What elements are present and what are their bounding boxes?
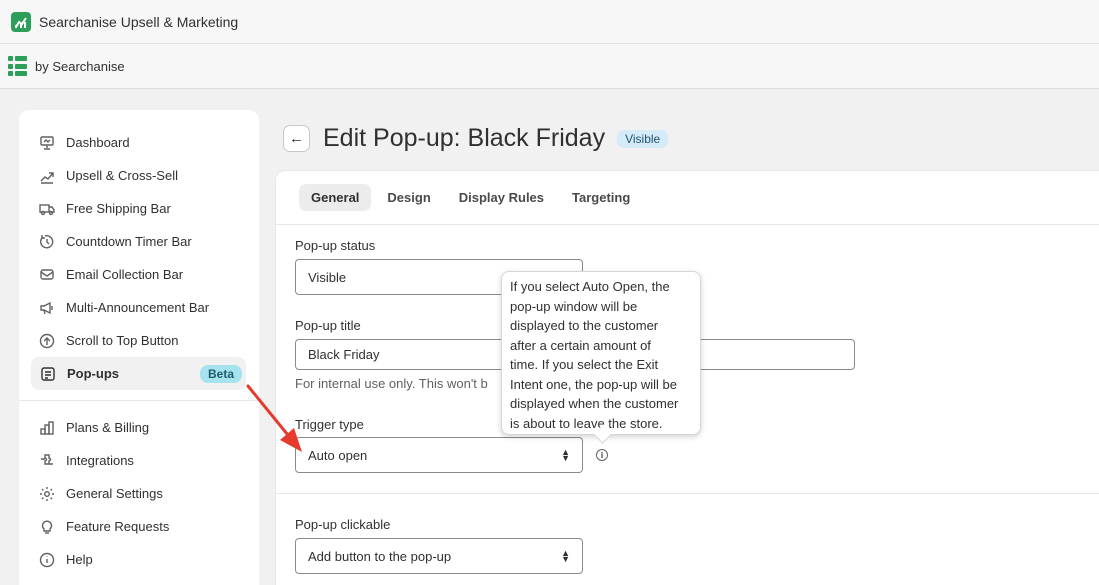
searchanise-logo-icon [8, 56, 27, 76]
beta-badge: Beta [199, 364, 242, 383]
sidebar-item-label: Plans & Billing [66, 420, 150, 435]
sidebar-item-general-settings[interactable]: General Settings [19, 477, 259, 510]
tab-general[interactable]: General [299, 184, 372, 211]
sidebar-item-feature-requests[interactable]: Feature Requests [19, 510, 259, 543]
tab-design[interactable]: Design [375, 184, 442, 211]
sidebar-item-label: Integrations [66, 453, 134, 468]
trigger-type-value: Auto open [308, 447, 368, 463]
app-logo-icon [11, 11, 31, 32]
popup-title-label: Pop-up title [295, 318, 361, 333]
page-header: ← Edit Pop-up: Black Friday Visible [283, 124, 669, 153]
gear-icon [38, 485, 56, 503]
arrow-up-circle-icon [38, 332, 56, 350]
sidebar-item-upsell[interactable]: Upsell & Cross-Sell [19, 159, 259, 192]
section-divider [276, 493, 1099, 494]
select-chevron-icon: ▲ ▼ [561, 447, 570, 463]
upsell-chart-icon [38, 167, 56, 185]
tab-divider [276, 224, 1099, 225]
tooltip-line: is about to leave the store. [510, 415, 663, 431]
tooltip-line: If you select Auto Open, the [510, 279, 670, 294]
trigger-type-select[interactable]: Auto open ▲ ▼ [295, 437, 583, 473]
email-icon [38, 266, 56, 284]
sidebar-item-label: Help [66, 552, 93, 567]
tab-bar: General Design Display Rules Targeting [299, 184, 642, 211]
tooltip-line: displayed when the customer [510, 396, 679, 411]
sidebar-item-scroll-to-top[interactable]: Scroll to Top Button [19, 324, 259, 357]
back-button[interactable]: ← [283, 125, 310, 152]
popup-clickable-label: Pop-up clickable [295, 517, 391, 532]
sidebar-item-label: Multi-Announcement Bar [66, 300, 210, 315]
sidebar-item-label: General Settings [66, 486, 163, 501]
popup-status-value: Visible [308, 269, 347, 285]
timer-icon [38, 233, 56, 251]
sidebar-nav: Dashboard Upsell & Cross-Sell Free Shipp… [19, 110, 259, 585]
sidebar-item-help[interactable]: Help [19, 543, 259, 576]
sidebar-item-countdown[interactable]: Countdown Timer Bar [19, 225, 259, 258]
sidebar-item-label: Email Collection Bar [66, 267, 184, 282]
sidebar-item-label: Feature Requests [66, 519, 170, 534]
sidebar-item-email-collection[interactable]: Email Collection Bar [19, 258, 259, 291]
popup-clickable-select[interactable]: Add button to the pop-up ▲ ▼ [295, 538, 583, 574]
integrations-icon [38, 452, 56, 470]
trigger-type-tooltip: If you select Auto Open, the pop-up wind… [501, 271, 701, 435]
app-header: Searchanise Upsell & Marketing [0, 0, 1099, 44]
tab-targeting[interactable]: Targeting [560, 184, 642, 211]
sidebar-item-multi-announcement[interactable]: Multi-Announcement Bar [19, 291, 259, 324]
info-circle-icon [38, 551, 56, 569]
tooltip-line: Intent one, the pop-up will be [510, 376, 677, 392]
popup-title-help-text: For internal use only. This won't b [295, 376, 488, 391]
tooltip-line: displayed to the customer [510, 318, 659, 333]
popup-clickable-value: Add button to the pop-up [308, 548, 452, 564]
tooltip-line: time. If you select the Exit [510, 357, 659, 372]
lightbulb-icon [38, 518, 56, 536]
popup-status-label: Pop-up status [295, 238, 376, 253]
app-title: Searchanise Upsell & Marketing [39, 13, 239, 30]
presentation-icon [38, 134, 56, 152]
annotation-arrow-icon [246, 384, 302, 452]
select-chevron-icon: ▲ ▼ [561, 548, 570, 564]
sidebar-item-label: Countdown Timer Bar [66, 234, 192, 249]
vendor-label: by Searchanise [35, 58, 125, 74]
sidebar-item-popups[interactable]: Pop-ups Beta [31, 357, 246, 390]
tab-display-rules[interactable]: Display Rules [447, 184, 556, 211]
sidebar-item-label: Dashboard [66, 135, 130, 150]
vendor-bar: by Searchanise [0, 44, 1099, 89]
arrow-left-icon: ← [289, 130, 304, 147]
sidebar-item-label: Upsell & Cross-Sell [66, 168, 178, 183]
sidebar-item-label: Pop-ups [67, 366, 119, 381]
status-badge: Visible [617, 129, 669, 148]
plans-icon [38, 419, 56, 437]
sidebar-item-label: Free Shipping Bar [66, 201, 171, 216]
popup-title-value: Black Friday [308, 347, 380, 362]
trigger-info-icon[interactable]: i [596, 449, 608, 461]
sidebar-divider [19, 400, 259, 401]
popup-icon [39, 365, 57, 383]
tooltip-line: pop-up window will be [510, 298, 638, 314]
sidebar-item-free-shipping[interactable]: Free Shipping Bar [19, 192, 259, 225]
sidebar-item-plans-billing[interactable]: Plans & Billing [19, 411, 259, 444]
sidebar-item-label: Scroll to Top Button [66, 333, 179, 348]
sidebar-item-integrations[interactable]: Integrations [19, 444, 259, 477]
page-title: Edit Pop-up: Black Friday [323, 124, 606, 152]
tooltip-line: after a certain amount of [510, 337, 651, 353]
sidebar-item-dashboard[interactable]: Dashboard [19, 126, 259, 159]
megaphone-icon [38, 299, 56, 317]
truck-icon [38, 200, 56, 218]
